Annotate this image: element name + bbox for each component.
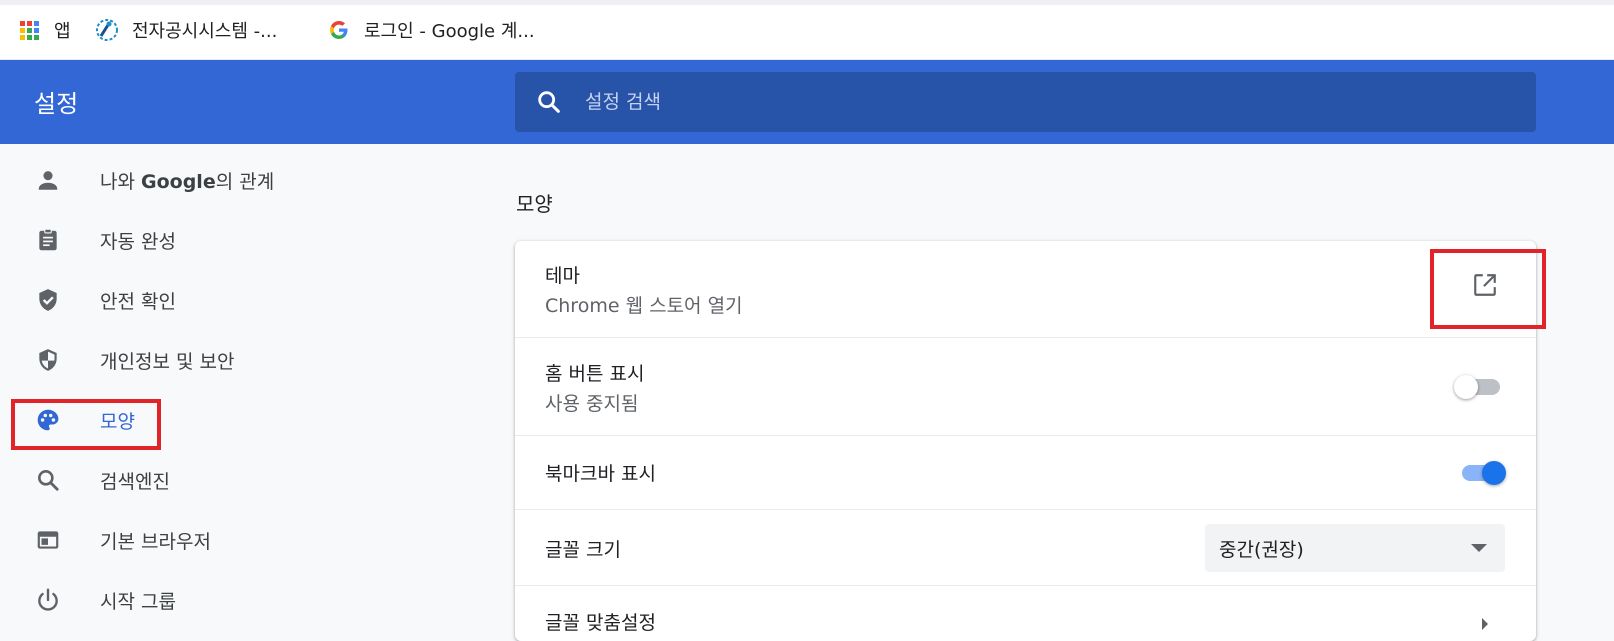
bookmarks-bar-row[interactable]: 북마크바 표시	[515, 436, 1536, 510]
sidebar-item-safety-check[interactable]: 안전 확인	[0, 273, 480, 327]
font-size-row: 글꼴 크기 중간(권장)	[515, 510, 1536, 586]
sidebar-item-label: 기본 브라우저	[100, 530, 211, 553]
sidebar-item-label: 자동 완성	[100, 230, 176, 253]
custom-fonts-title: 글꼴 맞춤설정	[545, 612, 656, 634]
sidebar: 나와 Google의 관계 자동 완성 안전 확인 개인정보 및 보안 모양 검…	[0, 145, 480, 639]
page-title: 설정	[34, 90, 79, 118]
home-button-row[interactable]: 홈 버튼 표시 사용 중지됨	[515, 338, 1536, 436]
chevron-right-icon	[1482, 618, 1488, 630]
browser-window-icon	[34, 526, 62, 554]
sidebar-item-search-engine[interactable]: 검색엔진	[0, 453, 480, 507]
settings-search-box[interactable]	[515, 72, 1536, 132]
theme-subtitle: Chrome 웹 스토어 열기	[545, 295, 743, 317]
bookmark-dart-label: 전자공시시스템 -...	[132, 21, 278, 42]
home-button-title: 홈 버튼 표시	[545, 363, 645, 385]
search-icon	[34, 466, 62, 494]
search-icon	[538, 91, 560, 113]
home-button-toggle[interactable]	[1454, 373, 1504, 401]
sidebar-item-autofill[interactable]: 자동 완성	[0, 213, 480, 267]
sidebar-item-privacy-security[interactable]: 개인정보 및 보안	[0, 333, 480, 387]
appearance-card: 테마 Chrome 웹 스토어 열기 홈 버튼 표시 사용 중지됨 북마크바 표…	[515, 241, 1536, 641]
font-size-select-value: 중간(권장)	[1219, 539, 1304, 561]
sidebar-item-default-browser[interactable]: 기본 브라우저	[0, 513, 480, 567]
sidebar-item-label: 안전 확인	[100, 290, 176, 313]
bookmark-google-login-label: 로그인 - Google 계...	[364, 21, 535, 42]
bookmarks-bar: 앱 전자공시시스템 -... 로그인 - Google 계...	[0, 0, 1614, 60]
bookmarks-bar-toggle[interactable]	[1458, 459, 1508, 487]
shield-check-icon	[34, 286, 62, 314]
toggle-knob	[1482, 461, 1506, 485]
bookmark-apps-label: 앱	[54, 21, 71, 42]
toggle-knob	[1454, 375, 1478, 399]
custom-fonts-row[interactable]: 글꼴 맞춤설정	[515, 586, 1536, 641]
font-size-title: 글꼴 크기	[545, 539, 621, 561]
sidebar-item-label: 개인정보 및 보안	[100, 350, 235, 373]
sidebar-item-on-startup[interactable]: 시작 그룹	[0, 573, 480, 627]
shield-half-icon	[34, 346, 62, 374]
dart-logo-icon	[96, 19, 118, 41]
theme-title: 테마	[545, 265, 580, 287]
bookmark-google-login[interactable]: 로그인 - Google 계...	[328, 17, 535, 43]
sidebar-item-label: 시작 그룹	[100, 590, 176, 613]
section-title: 모양	[516, 192, 553, 216]
apps-grid-icon	[18, 19, 40, 41]
settings-header: 설정	[0, 60, 1614, 144]
search-input[interactable]	[585, 86, 1485, 118]
bookmarks-bar-top-edge	[0, 0, 1614, 5]
sidebar-item-label: 검색엔진	[100, 470, 170, 493]
annotation-highlight-open-in-new	[1430, 249, 1546, 329]
power-icon	[34, 586, 62, 614]
home-button-subtitle: 사용 중지됨	[545, 393, 639, 415]
font-size-select[interactable]: 중간(권장)	[1205, 524, 1505, 572]
sidebar-item-google-account[interactable]: 나와 Google의 관계	[0, 153, 480, 207]
google-brand-text: Google	[141, 170, 216, 193]
bookmark-apps[interactable]: 앱	[18, 17, 71, 43]
person-icon	[34, 166, 62, 194]
bookmarks-bar-title: 북마크바 표시	[545, 463, 656, 485]
clipboard-icon	[34, 226, 62, 254]
sidebar-item-label: 나와 Google의 관계	[100, 170, 275, 193]
dropdown-arrow-icon	[1471, 544, 1487, 552]
theme-row[interactable]: 테마 Chrome 웹 스토어 열기	[515, 241, 1536, 338]
bookmark-dart[interactable]: 전자공시시스템 -...	[96, 17, 277, 43]
annotation-highlight-appearance	[11, 399, 161, 450]
google-g-icon	[328, 19, 350, 41]
